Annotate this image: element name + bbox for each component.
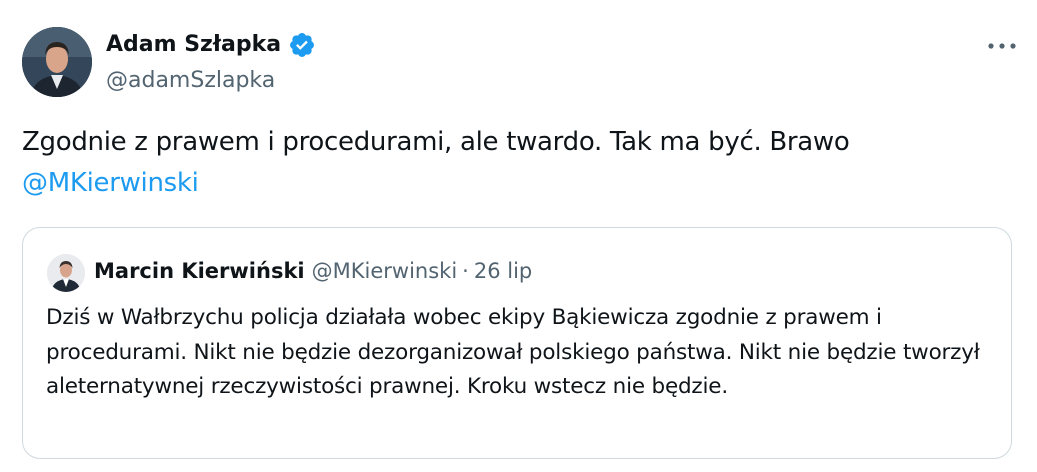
tweet-text: Zgodnie z prawem i procedurami, ale twar… — [22, 122, 1012, 204]
author-avatar[interactable] — [22, 27, 92, 97]
quote-date[interactable]: 26 lip — [474, 257, 532, 285]
quote-author-handle[interactable]: @MKierwinski — [312, 257, 458, 285]
quote-author-avatar[interactable] — [47, 254, 85, 292]
quote-header: Marcin Kierwiński @MKierwinski · 26 lip — [94, 257, 532, 285]
quote-author-name[interactable]: Marcin Kierwiński — [94, 257, 305, 285]
author-name[interactable]: Adam Szłapka — [106, 30, 316, 60]
more-options-button[interactable] — [983, 30, 1021, 62]
quote-author-photo — [47, 254, 85, 292]
quoted-tweet[interactable]: Marcin Kierwiński @MKierwinski · 26 lip … — [22, 227, 1012, 459]
author-handle[interactable]: @adamSzlapka — [106, 66, 275, 96]
mention-link[interactable]: @MKierwinski — [22, 168, 199, 198]
author-name-text: Adam Szłapka — [106, 32, 282, 57]
author-photo — [22, 27, 92, 97]
verified-badge-icon — [288, 31, 316, 59]
quote-text: Dziś w Wałbrzychu policja działała wobec… — [46, 305, 980, 399]
more-horizontal-icon — [988, 43, 1016, 49]
separator-dot: · — [462, 259, 469, 283]
tweet-text-body: Zgodnie z prawem i procedurami, ale twar… — [22, 127, 850, 157]
